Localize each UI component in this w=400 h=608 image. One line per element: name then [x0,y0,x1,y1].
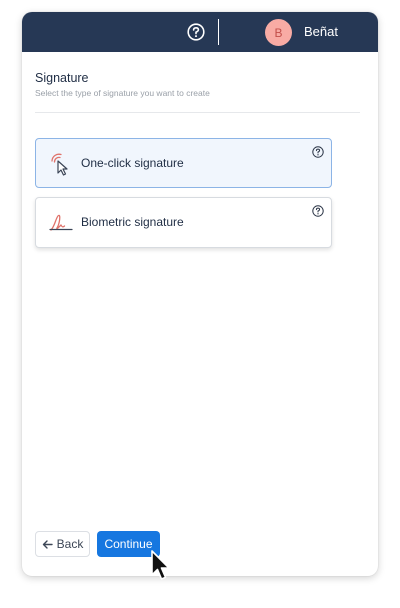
question-circle-icon[interactable] [312,146,324,158]
top-bar: B Beñat [22,12,378,52]
option-one-click-signature[interactable]: One-click signature [35,138,332,188]
mouse-pointer-icon [151,550,170,580]
question-circle-icon[interactable] [312,205,324,217]
handwritten-signature-icon [49,214,73,231]
option-biometric-signature[interactable]: Biometric signature [35,197,332,248]
continue-label: Continue [104,537,153,551]
option-label: Biometric signature [81,215,184,229]
header-divider [218,19,219,45]
page-subtitle: Select the type of signature you want to… [35,88,210,98]
help-icon[interactable] [187,23,205,41]
option-label: One-click signature [81,156,184,170]
signature-card: B Beñat Signature Select the type of sig… [22,12,378,576]
back-button[interactable]: Back [35,531,90,557]
avatar[interactable]: B [265,19,292,46]
section-divider [35,112,360,113]
click-pointer-icon [51,153,68,176]
arrow-left-icon [42,539,53,549]
page-title: Signature [35,71,89,85]
user-name[interactable]: Beñat [304,24,338,39]
back-label: Back [56,537,84,551]
